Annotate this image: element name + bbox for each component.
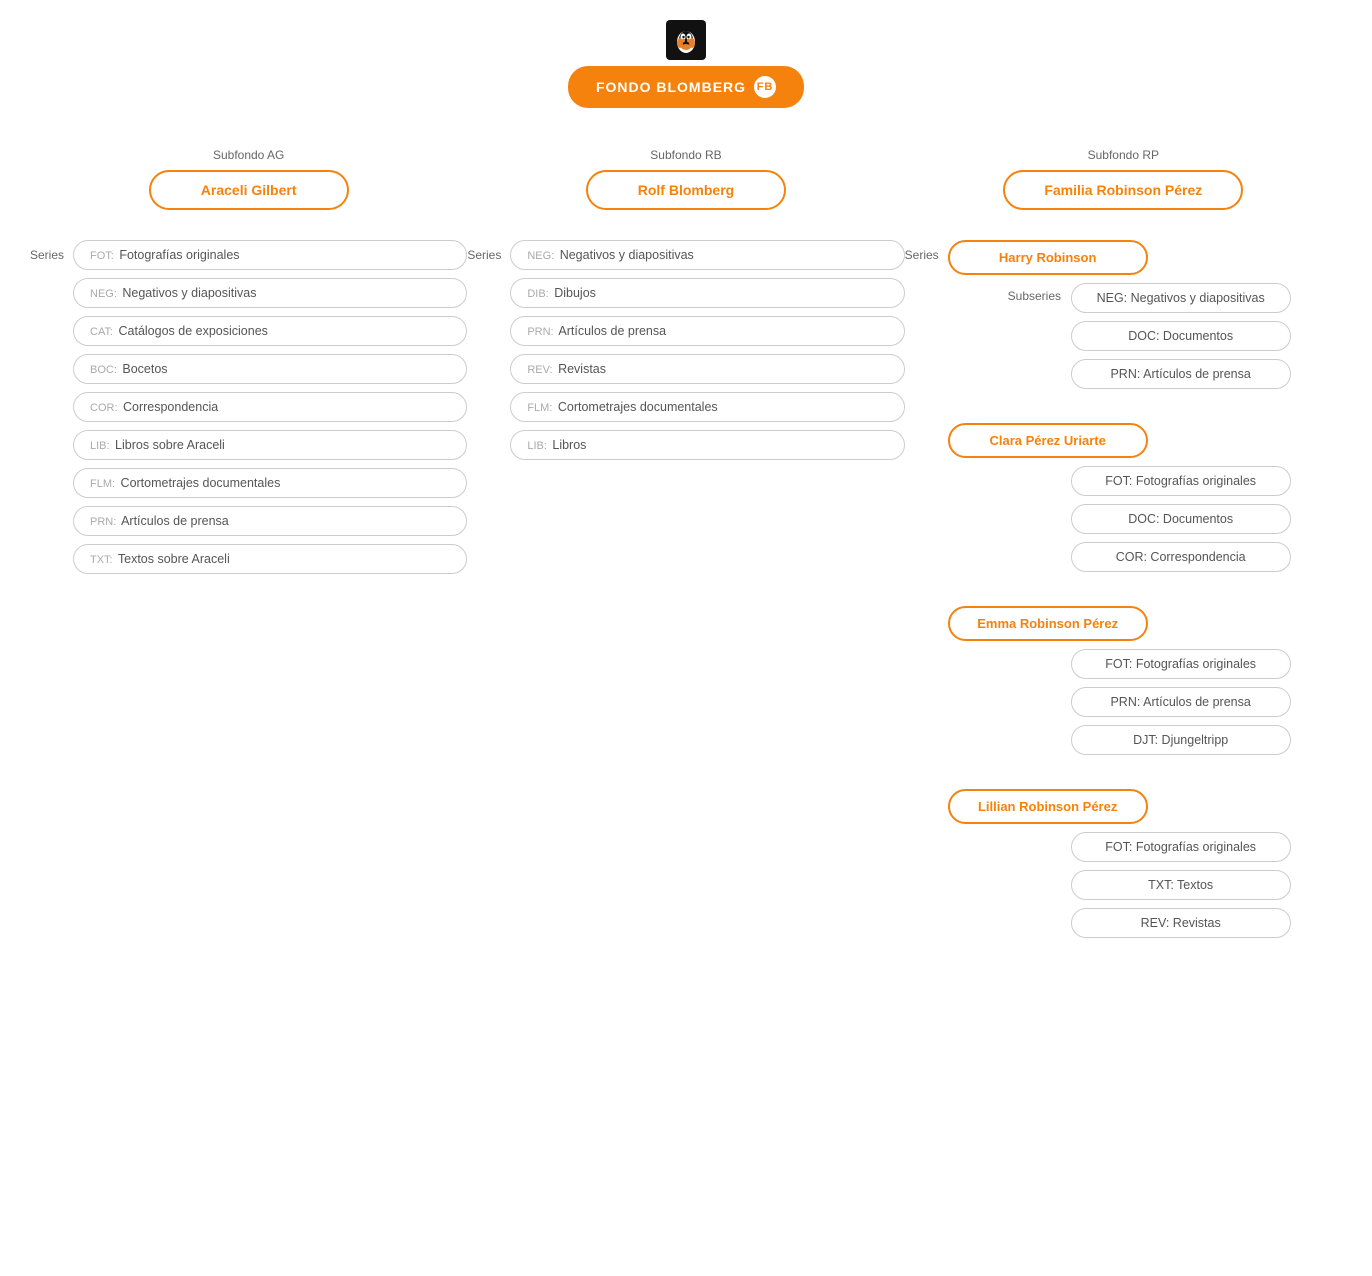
ag-lib[interactable]: LIB: Libros sobre Araceli [73,430,467,460]
series-rb-label: Series [467,248,502,262]
columns-container: Subfondo AG Araceli Gilbert Series FOT: … [0,148,1372,956]
harry-doc[interactable]: DOC: Documentos [1071,321,1291,351]
clara-subseries: FOT: Fotografías originales DOC: Documen… [1008,466,1342,572]
harry-subseries-list: NEG: Negativos y diapositivas DOC: Docum… [1071,283,1291,389]
emma-subseries: FOT: Fotografías originales PRN: Artícul… [1008,649,1342,755]
harry-robinson-button[interactable]: Harry Robinson [948,240,1148,275]
series-rb-row: Series NEG: Negativos y diapositivas DIB… [467,240,904,460]
lillian-fot[interactable]: FOT: Fotografías originales [1071,832,1291,862]
series-ag-label: Series [30,248,65,262]
araceli-gilbert-button[interactable]: Araceli Gilbert [149,170,349,210]
rb-rev[interactable]: REV: Revistas [510,354,904,384]
column-rb: Subfondo RB Rolf Blomberg Series NEG: Ne… [467,148,904,460]
harry-prn[interactable]: PRN: Artículos de prensa [1071,359,1291,389]
clara-perez-section: Clara Pérez Uriarte FOT: Fotografías ori… [948,423,1342,580]
emma-robinson-button[interactable]: Emma Robinson Pérez [948,606,1148,641]
clara-doc[interactable]: DOC: Documentos [1071,504,1291,534]
series-rp-label: Series [905,248,940,262]
ag-flm[interactable]: FLM: Cortometrajes documentales [73,468,467,498]
rolf-blomberg-button[interactable]: Rolf Blomberg [586,170,786,210]
emma-djt[interactable]: DJT: Djungeltripp [1071,725,1291,755]
ag-neg[interactable]: NEG: Negativos y diapositivas [73,278,467,308]
harry-neg[interactable]: NEG: Negativos y diapositivas [1071,283,1291,313]
subfondo-rp-label: Subfondo RP [905,148,1342,162]
ag-cor[interactable]: COR: Correspondencia [73,392,467,422]
fondo-badge: FB [754,76,776,98]
series-ag-row: Series FOT: Fotografías originales NEG: … [30,240,467,574]
emma-fot[interactable]: FOT: Fotografías originales [1071,649,1291,679]
fondo-label: FONDO BLOMBERG [596,79,746,95]
clara-subseries-list: FOT: Fotografías originales DOC: Documen… [1071,466,1291,572]
rb-lib[interactable]: LIB: Libros [510,430,904,460]
rb-dib[interactable]: DIB: Dibujos [510,278,904,308]
lillian-rev[interactable]: REV: Revistas [1071,908,1291,938]
series-rp-row: Series Harry Robinson Subseries NEG: Neg… [905,240,1342,956]
ag-boc[interactable]: BOC: Bocetos [73,354,467,384]
fondo-blomberg-button[interactable]: FONDO BLOMBERG FB [568,66,804,108]
clara-fot[interactable]: FOT: Fotografías originales [1071,466,1291,496]
column-ag: Subfondo AG Araceli Gilbert Series FOT: … [30,148,467,574]
lillian-robinson-section: Lillian Robinson Pérez FOT: Fotografías … [948,789,1342,946]
clara-cor[interactable]: COR: Correspondencia [1071,542,1291,572]
ag-cat[interactable]: CAT: Catálogos de exposiciones [73,316,467,346]
ag-prn[interactable]: PRN: Artículos de prensa [73,506,467,536]
ag-txt[interactable]: TXT: Textos sobre Araceli [73,544,467,574]
emma-robinson-section: Emma Robinson Pérez FOT: Fotografías ori… [948,606,1342,763]
lillian-robinson-button[interactable]: Lillian Robinson Pérez [948,789,1148,824]
ag-fot[interactable]: FOT: Fotografías originales [73,240,467,270]
subfondo-rb-label: Subfondo RB [650,148,721,162]
persons-list: Harry Robinson Subseries NEG: Negativos … [948,240,1342,956]
column-rp: Subfondo RP Familia Robinson Pérez Serie… [905,148,1342,956]
subfondo-ag-label: Subfondo AG [213,148,284,162]
lillian-txt[interactable]: TXT: Textos [1071,870,1291,900]
rb-prn[interactable]: PRN: Artículos de prensa [510,316,904,346]
emma-prn[interactable]: PRN: Artículos de prensa [1071,687,1291,717]
harry-robinson-section: Harry Robinson Subseries NEG: Negativos … [948,240,1342,397]
harry-subseries: Subseries NEG: Negativos y diapositivas … [1008,283,1342,389]
rb-neg[interactable]: NEG: Negativos y diapositivas [510,240,904,270]
clara-perez-button[interactable]: Clara Pérez Uriarte [948,423,1148,458]
series-ag-list: FOT: Fotografías originales NEG: Negativ… [73,240,467,574]
lillian-subseries: FOT: Fotografías originales TXT: Textos … [1008,832,1342,938]
penguin-logo [666,20,706,60]
top-section: FONDO BLOMBERG FB [0,20,1372,108]
page-wrapper: FONDO BLOMBERG FB Subfondo AG Araceli Gi… [0,0,1372,976]
subseries-harry-label: Subseries [1008,289,1063,303]
emma-subseries-list: FOT: Fotografías originales PRN: Artícul… [1071,649,1291,755]
series-rb-list: NEG: Negativos y diapositivas DIB: Dibuj… [510,240,904,460]
lillian-subseries-list: FOT: Fotografías originales TXT: Textos … [1071,832,1291,938]
familia-robinson-button[interactable]: Familia Robinson Pérez [1003,170,1243,210]
rb-flm[interactable]: FLM: Cortometrajes documentales [510,392,904,422]
